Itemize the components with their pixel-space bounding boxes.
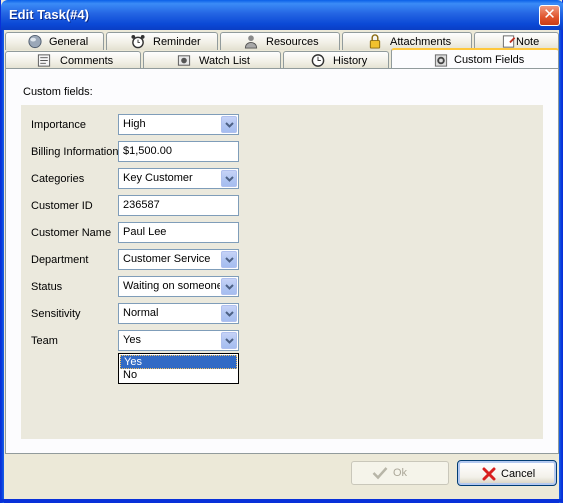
sensitivity-select[interactable]: Normal [118,303,239,324]
team-option-yes[interactable]: Yes [120,355,237,369]
tab-label: Attachments [390,36,452,48]
team-label: Team [31,335,58,347]
chevron-down-icon [225,338,234,344]
tab-label: Watch List [199,55,250,67]
tab-label: Resources [266,36,319,48]
chevron-down-icon [225,311,234,317]
department-select[interactable]: Customer Service [118,249,239,270]
title-bar[interactable]: Edit Task(#4) ✕ [1,0,563,30]
tab-label: Custom Fields [454,54,525,66]
tab-general[interactable]: General [5,32,104,50]
sensitivity-label: Sensitivity [31,308,81,320]
edit-task-dialog: Edit Task(#4) ✕ General Reminder Resourc… [0,0,563,503]
customer-id-label: Customer ID [31,200,93,212]
custom-fields-caption: Custom fields: [23,86,93,98]
billing-information-label: Billing Information [31,146,119,158]
team-dropdown-button[interactable] [221,332,237,349]
tab-label: Comments [60,55,114,67]
chevron-down-icon [225,176,234,182]
person-icon [244,35,258,49]
ok-button-label: Ok [393,467,408,479]
tab-watch-list[interactable]: Watch List [143,51,281,69]
categories-dropdown-button[interactable] [221,170,237,187]
window-border-right [559,30,562,503]
status-value: Waiting on someone [123,280,220,292]
close-button[interactable]: ✕ [539,5,560,26]
tab-comments[interactable]: Comments [5,51,141,69]
status-select[interactable]: Waiting on someone [118,276,239,297]
customer-id-input[interactable]: 236587 [118,195,239,216]
status-dropdown-button[interactable] [221,278,237,295]
cancel-button[interactable]: Cancel [457,460,557,486]
customer-name-input[interactable]: Paul Lee [118,222,239,243]
custom-fields-panel: Custom fields: Importance High Billing I… [5,68,559,454]
chevron-down-icon [225,122,234,128]
team-select[interactable]: Yes [118,330,239,351]
tab-custom-fields[interactable]: Custom Fields [391,48,559,69]
importance-select[interactable]: High [118,114,239,135]
cancel-button-label: Cancel [501,468,536,480]
sensitivity-value: Normal [123,307,159,319]
team-dropdown-list: Yes No [118,353,239,384]
tab-history[interactable]: History [283,51,389,69]
categories-label: Categories [31,173,85,185]
team-option-no[interactable]: No [120,369,237,383]
tab-label: Reminder [153,36,201,48]
checkmark-icon [372,467,388,480]
importance-dropdown-button[interactable] [221,116,237,133]
team-value: Yes [123,334,141,346]
tab-label: Note [516,36,540,48]
importance-label: Importance [31,119,87,131]
tab-label: History [333,55,368,67]
department-value: Customer Service [123,253,211,265]
chevron-down-icon [225,284,234,290]
gear-icon [434,54,448,67]
billing-information-input[interactable]: $1,500.00 [118,141,239,162]
paperclip-icon [369,34,381,49]
cancel-x-icon [482,467,496,481]
department-label: Department [31,254,89,266]
note-icon [502,35,516,48]
comments-icon [37,54,51,67]
department-dropdown-button[interactable] [221,251,237,268]
status-label: Status [31,281,63,293]
alarm-clock-icon [131,34,145,49]
window-border-left [1,30,4,503]
customer-name-label: Customer Name [31,227,112,239]
tab-label: General [49,36,89,48]
categories-select[interactable]: Key Customer [118,168,239,189]
ok-button[interactable]: Ok [351,461,449,485]
close-icon: ✕ [543,6,556,23]
window-title: Edit Task(#4) [9,7,89,22]
window-border-bottom [1,499,563,502]
globe-icon [28,34,42,49]
clock-icon [311,54,325,67]
tab-reminder[interactable]: Reminder [106,32,218,50]
custom-fields-area: Importance High Billing Information $1,5… [21,105,543,439]
watch-list-icon [177,55,191,66]
categories-value: Key Customer [123,172,193,184]
importance-value: High [123,118,146,130]
tab-resources[interactable]: Resources [220,32,340,50]
sensitivity-dropdown-button[interactable] [221,305,237,322]
chevron-down-icon [225,257,234,263]
